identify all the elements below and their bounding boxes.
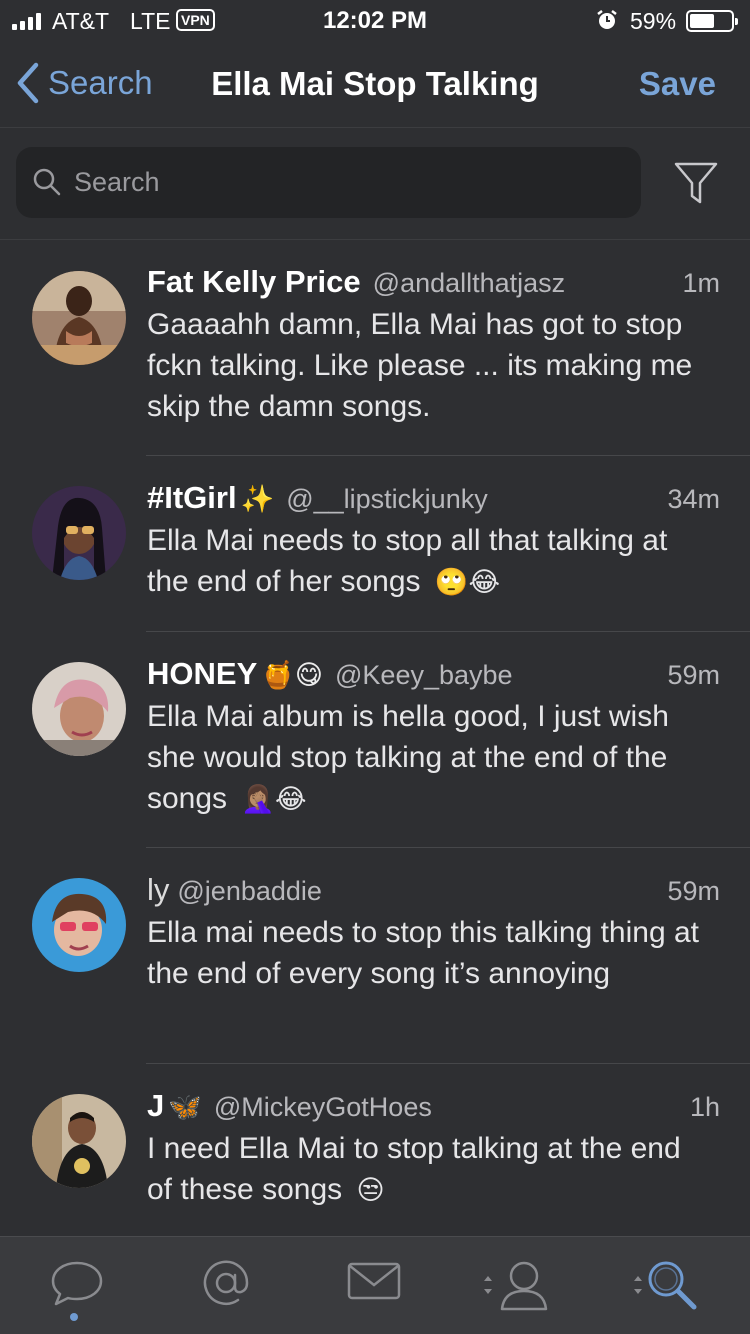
alarm-clock-icon xyxy=(596,9,618,37)
avatar[interactable] xyxy=(32,878,126,972)
tweet-text-emoji: 🤦🏽‍♀️😂 xyxy=(241,784,307,814)
search-input[interactable] xyxy=(74,147,614,218)
search-icon xyxy=(33,168,61,196)
tweet-author-handle[interactable]: @__lipstickjunky xyxy=(286,484,488,515)
tweet-text-content: Ella Mai album is hella good, I just wis… xyxy=(147,700,669,815)
tweet-header: #ItGirl ✨ @__lipstickjunky 34m xyxy=(147,480,720,516)
tweet-author-emoji: 🦋 xyxy=(168,1092,202,1122)
tweet-author-name[interactable]: Fat Kelly Price xyxy=(147,264,361,300)
battery-percent: 59% xyxy=(630,8,677,34)
avatar[interactable] xyxy=(32,486,126,580)
tweet-text: I need Ella Mai to stop talking at the e… xyxy=(147,1128,714,1211)
tweet-row[interactable]: Fat Kelly Price @andallthatjasz 1m Gaaaa… xyxy=(0,240,750,456)
tweet-header: Fat Kelly Price @andallthatjasz 1m xyxy=(147,264,720,300)
tweet-row[interactable]: HONEY 🍯😋 @Keey_baybe 59m Ella Mai album … xyxy=(0,632,750,848)
tweet-author-name[interactable]: HONEY xyxy=(147,656,257,692)
tweet-text: Ella mai needs to stop this talking thin… xyxy=(147,912,714,994)
tweet-timestamp: 59m xyxy=(667,876,720,906)
tweet-text: Gaaaahh damn, Ella Mai has got to stop f… xyxy=(147,304,714,427)
page-title: Ella Mai Stop Talking xyxy=(211,65,539,102)
tab-search[interactable] xyxy=(632,1259,702,1316)
at-mentions-icon xyxy=(203,1260,249,1305)
tweet-row[interactable]: J 🦋 @MickeyGotHoes 1h I need Ella Mai to… xyxy=(0,1064,750,1236)
tweet-text: Ella Mai album is hella good, I just wis… xyxy=(147,696,714,820)
tweet-timestamp: 1m xyxy=(682,268,720,298)
tweet-row[interactable]: #ItGirl ✨ @__lipstickjunky 34m Ella Mai … xyxy=(0,456,750,632)
tweet-header: ly @jenbaddie 59m xyxy=(147,872,720,908)
tweet-timestamp: 34m xyxy=(667,484,720,514)
tweet-text-content: Ella Mai needs to stop all that talking … xyxy=(147,524,668,598)
active-tab-indicator xyxy=(70,1313,78,1321)
tweet-author-emoji: ✨ xyxy=(240,484,275,514)
tweet-header: HONEY 🍯😋 @Keey_baybe 59m xyxy=(147,656,720,692)
tweet-author-handle[interactable]: @jenbaddie xyxy=(177,876,322,907)
tweet-author-handle[interactable]: @Keey_baybe xyxy=(335,660,513,691)
tweet-text-emoji: 🙄😂 xyxy=(434,567,501,597)
tweet-header: J 🦋 @MickeyGotHoes 1h xyxy=(147,1088,720,1124)
tweet-author-name[interactable]: J xyxy=(147,1088,164,1124)
search-magnifier-icon xyxy=(634,1261,697,1310)
tweet-text-emoji: 😒 xyxy=(356,1175,385,1205)
battery-level xyxy=(690,14,714,28)
tweet-text-content: Ella mai needs to stop this talking thin… xyxy=(147,916,699,990)
battery-icon xyxy=(686,10,738,32)
chat-bubble-icon xyxy=(51,1261,103,1306)
avatar[interactable] xyxy=(32,662,126,756)
tweet-text-content: I need Ella Mai to stop talking at the e… xyxy=(147,1132,681,1206)
search-bar-area xyxy=(0,128,750,240)
search-field[interactable] xyxy=(16,147,641,218)
tweet-text: Ella Mai needs to stop all that talking … xyxy=(147,520,714,603)
tab-mentions[interactable] xyxy=(202,1259,250,1312)
save-button[interactable]: Save xyxy=(639,65,716,103)
tab-bar xyxy=(0,1236,750,1334)
tweet-list: Fat Kelly Price @andallthatjasz 1m Gaaaa… xyxy=(0,240,750,1236)
tweet-author-handle[interactable]: @andallthatjasz xyxy=(373,268,566,299)
tab-messages[interactable] xyxy=(346,1259,402,1308)
tab-profile[interactable] xyxy=(482,1259,552,1316)
tweet-timestamp: 59m xyxy=(667,660,720,690)
navigation-bar: Search Ella Mai Stop Talking Save xyxy=(0,40,750,128)
profile-icon xyxy=(484,1261,548,1311)
filter-icon[interactable] xyxy=(674,162,718,204)
tweet-author-name[interactable]: #ItGirl xyxy=(147,480,237,516)
avatar[interactable] xyxy=(32,1094,126,1188)
tweet-timestamp: 1h xyxy=(689,1092,720,1122)
tweet-author-emoji: 🍯😋 xyxy=(261,660,324,690)
tweet-row[interactable]: ly @jenbaddie 59m Ella mai needs to stop… xyxy=(0,848,750,1064)
battery-nub xyxy=(735,18,738,25)
tweet-author-handle[interactable]: @MickeyGotHoes xyxy=(214,1092,432,1123)
tab-timeline[interactable] xyxy=(50,1259,104,1312)
tweet-text-content: Gaaaahh damn, Ella Mai has got to stop f… xyxy=(147,308,693,423)
status-bar: AT&T LTE VPN 12:02 PM 59% xyxy=(0,0,750,40)
tweet-author-name[interactable]: ly xyxy=(147,872,169,908)
messages-envelope-icon xyxy=(347,1262,401,1300)
avatar[interactable] xyxy=(32,271,126,365)
